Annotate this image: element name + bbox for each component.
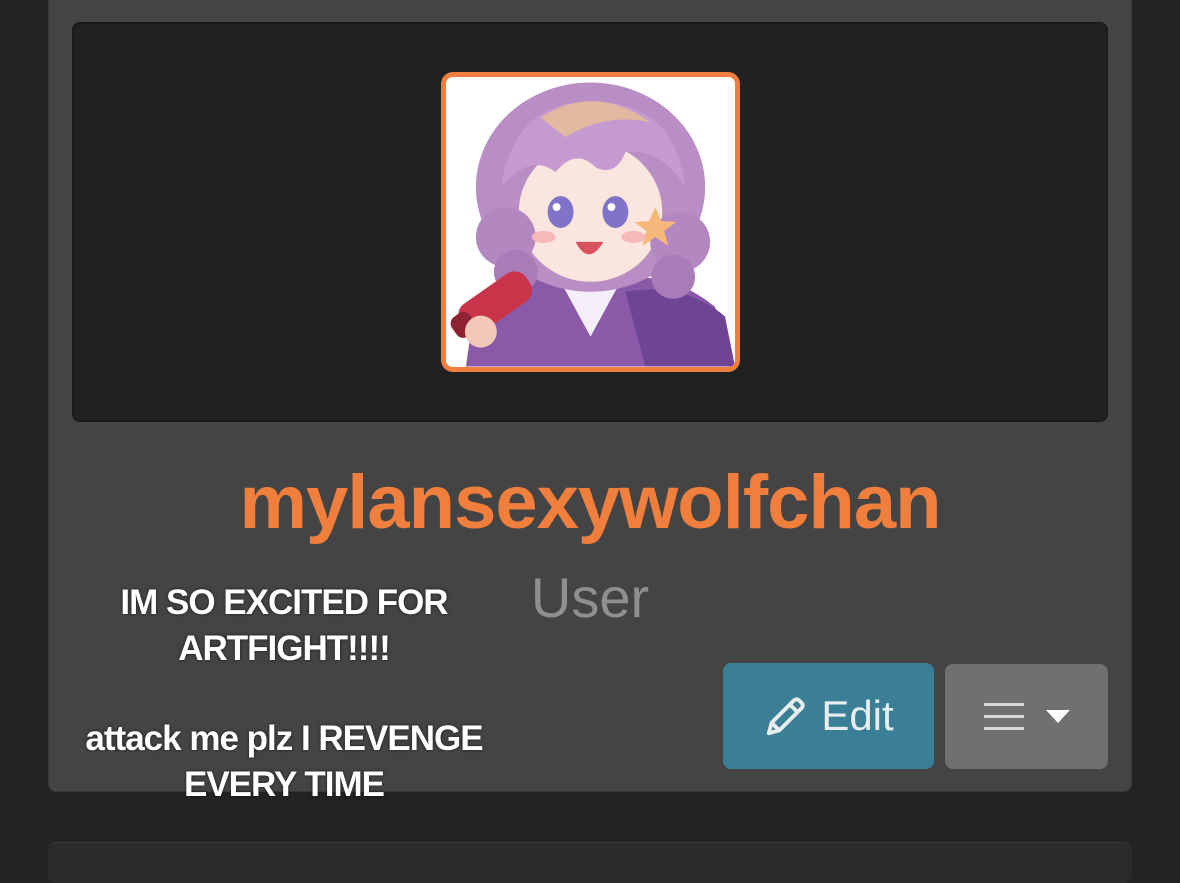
edit-button[interactable]: Edit [723, 663, 934, 769]
hamburger-menu-icon [983, 702, 1024, 730]
options-menu-button[interactable] [945, 664, 1108, 769]
edit-button-label: Edit [821, 692, 894, 739]
avatar-illustration [446, 77, 735, 367]
avatar[interactable] [441, 72, 740, 372]
pencil-icon [767, 697, 805, 736]
caret-down-icon [1045, 709, 1070, 723]
next-card-edge [48, 842, 1132, 883]
overlay-caption-line2: attack me plz I REVENGE EVERY TIME [85, 719, 483, 804]
profile-username: mylansexywolfchan [239, 460, 941, 545]
overlay-caption-line1: IM SO EXCITED FOR ARTFIGHT!!!! [120, 583, 448, 668]
